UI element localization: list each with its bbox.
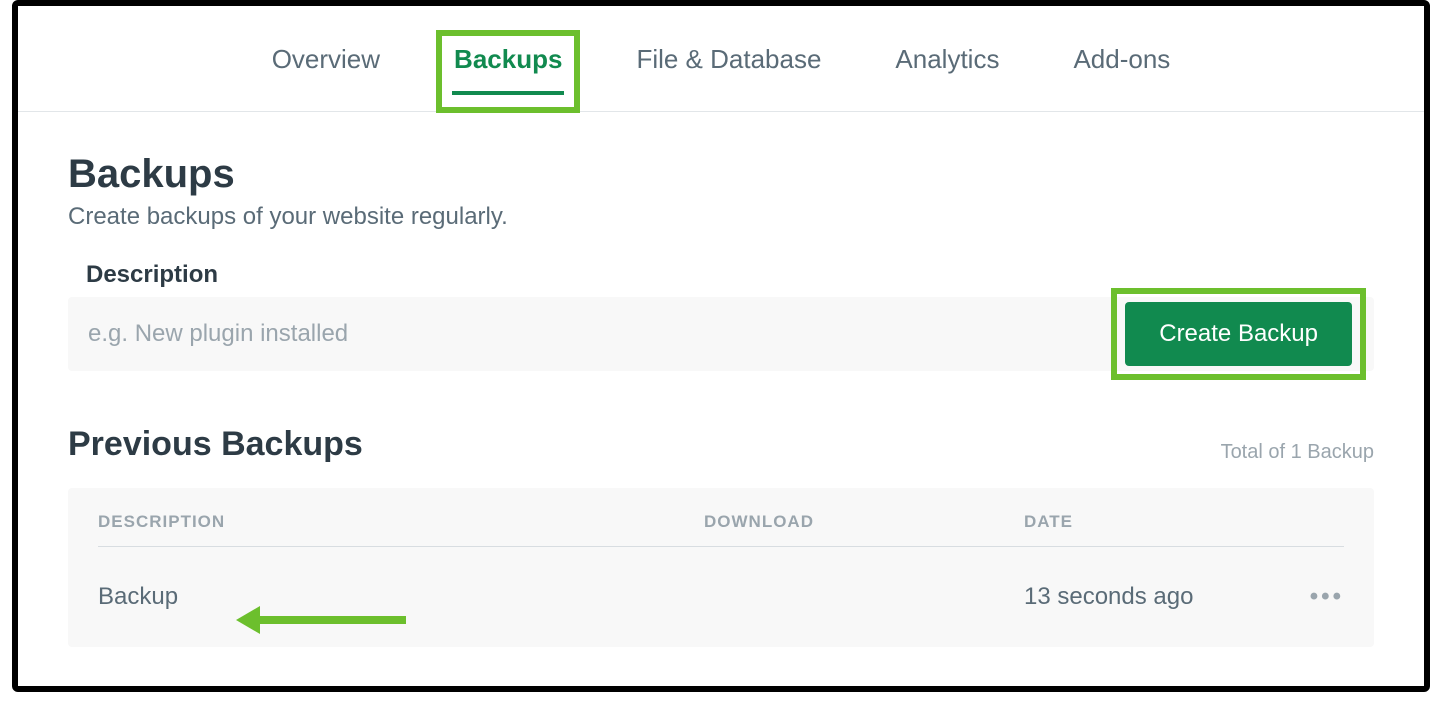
tab-overview[interactable]: Overview <box>262 38 390 105</box>
description-label: Description <box>86 261 1374 289</box>
row-actions-icon[interactable]: ••• <box>1284 583 1344 611</box>
page-title: Backups <box>68 152 1374 197</box>
create-backup-row: Create Backup <box>68 297 1374 371</box>
col-description: DESCRIPTION <box>98 512 704 532</box>
top-nav: Overview Backups File & Database Analyti… <box>18 6 1424 112</box>
page-subtitle: Create backups of your website regularly… <box>68 203 1374 231</box>
backups-table: DESCRIPTION DOWNLOAD DATE Backup 13 seco… <box>68 488 1374 647</box>
cell-description: Backup <box>98 583 704 611</box>
cell-date: 13 seconds ago <box>1024 583 1284 611</box>
tab-backups[interactable]: Backups <box>444 38 572 105</box>
create-backup-button[interactable]: Create Backup <box>1125 302 1352 366</box>
col-download: DOWNLOAD <box>704 512 1024 532</box>
col-date: DATE <box>1024 512 1284 532</box>
tab-addons[interactable]: Add-ons <box>1063 38 1180 105</box>
tab-analytics[interactable]: Analytics <box>885 38 1009 105</box>
description-input[interactable] <box>68 320 1113 348</box>
backup-total: Total of 1 Backup <box>1221 441 1374 464</box>
create-button-highlight: Create Backup <box>1113 290 1364 378</box>
previous-backups-title: Previous Backups <box>68 425 363 464</box>
tab-file-database[interactable]: File & Database <box>626 38 831 105</box>
table-row: Backup 13 seconds ago ••• <box>98 547 1344 611</box>
